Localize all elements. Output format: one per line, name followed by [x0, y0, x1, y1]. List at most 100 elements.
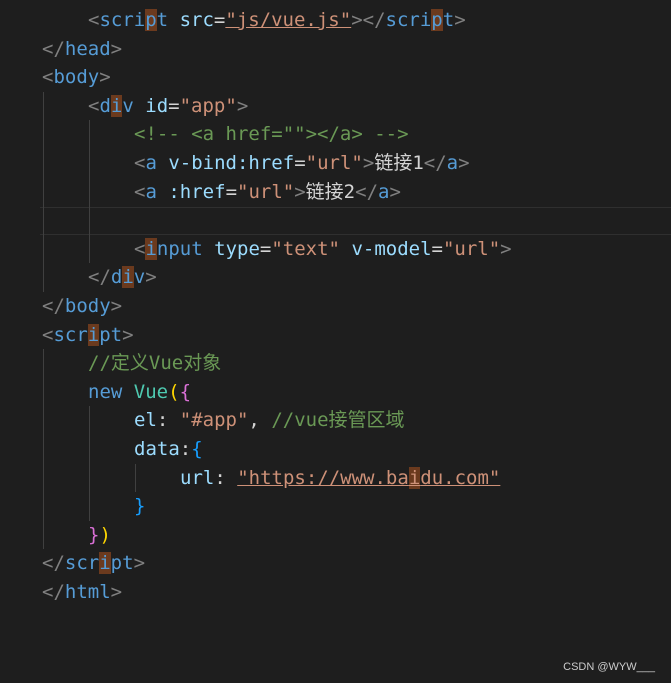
code-token: (: [168, 380, 180, 403]
code-token: "https://www.baidu.com": [237, 466, 501, 489]
code-token: >: [500, 237, 512, 260]
code-line[interactable]: <a v-bind:href="url">链接1</a>: [0, 149, 671, 178]
code-content: </body>: [42, 292, 122, 321]
bracket-match-highlight: i: [145, 237, 157, 260]
code-token: {: [179, 380, 192, 403]
code-token: ,: [248, 409, 272, 432]
code-line[interactable]: url: "https://www.baidu.com": [0, 464, 671, 493]
code-token: >: [122, 323, 134, 346]
code-token: div: [110, 266, 146, 289]
code-content: <div id="app">: [88, 92, 248, 121]
code-content: //定义Vue对象: [88, 349, 221, 378]
code-token: "text": [271, 237, 340, 260]
code-token: </: [42, 581, 65, 603]
code-line[interactable]: </script>: [0, 549, 671, 578]
code-token: a: [378, 180, 390, 203]
code-editor[interactable]: <script src="js/vue.js"></script> </head>…: [0, 0, 671, 683]
bracket-match-highlight: p: [431, 9, 443, 31]
code-content: new Vue({: [88, 378, 191, 407]
code-token: 链接1: [374, 152, 424, 174]
code-token: 链接2: [305, 180, 356, 203]
code-token: </: [42, 37, 65, 60]
code-token: data: [134, 438, 180, 460]
code-token: >: [454, 9, 466, 31]
code-line[interactable]: </body>: [0, 292, 671, 321]
code-line[interactable]: <script src="js/vue.js"></script>: [0, 6, 671, 35]
bracket-match-highlight: p: [145, 9, 157, 31]
code-line[interactable]: </div>: [0, 263, 671, 292]
code-line[interactable]: }: [0, 492, 671, 521]
code-token: script: [99, 9, 169, 31]
code-token: el: [134, 409, 157, 432]
code-line[interactable]: <body>: [0, 63, 671, 92]
code-line[interactable]: </head>: [0, 35, 671, 64]
code-token: :href: [168, 180, 226, 203]
code-token: >: [99, 66, 111, 89]
code-token: }: [88, 523, 100, 546]
code-token: <: [42, 323, 54, 346]
code-token: type: [214, 237, 260, 260]
code-token: id: [145, 94, 169, 117]
code-token: body: [64, 295, 111, 317]
code-token: :: [179, 438, 192, 460]
code-token: new: [88, 380, 123, 403]
code-token: <: [134, 152, 146, 174]
code-token: </: [42, 552, 65, 575]
code-line[interactable]: new Vue({: [0, 378, 671, 407]
code-token: =: [431, 237, 443, 260]
bracket-match-highlight: i: [99, 552, 111, 575]
code-line[interactable]: <a :href="url">链接2</a>: [0, 178, 671, 207]
code-line[interactable]: data:{: [0, 435, 671, 464]
code-token: script: [53, 323, 123, 346]
code-line[interactable]: <script>: [0, 321, 671, 350]
code-token: "#app": [179, 409, 249, 432]
code-token: :: [214, 466, 238, 489]
code-content: </head>: [42, 35, 122, 64]
code-token: "app": [179, 94, 237, 117]
code-content: <input type="text" v-model="url">: [134, 235, 512, 264]
code-content: <!-- <a href=""></a> -->: [134, 120, 409, 149]
code-token: Vue: [133, 380, 169, 403]
code-content: }: [134, 492, 145, 521]
code-token: a: [145, 152, 157, 174]
code-content: }): [88, 521, 111, 550]
code-token: </: [88, 266, 111, 289]
code-token: {: [191, 438, 203, 460]
code-token: script: [64, 552, 134, 575]
code-token: >: [458, 152, 470, 174]
code-content: <script>: [42, 321, 134, 350]
code-token: >: [110, 295, 123, 317]
code-line[interactable]: [0, 206, 671, 235]
code-token: =: [294, 152, 306, 174]
watermark: CSDN @WYW___: [563, 661, 655, 673]
code-line[interactable]: <!-- <a href=""></a> -->: [0, 120, 671, 149]
code-line[interactable]: el: "#app", //vue接管区域: [0, 406, 671, 435]
code-token: >: [110, 37, 123, 60]
code-content: <a v-bind:href="url">链接1</a>: [134, 149, 470, 178]
bracket-match-highlight: i: [122, 266, 134, 289]
code-token: "url": [442, 237, 501, 260]
code-token: >: [145, 266, 157, 289]
code-token: :: [156, 409, 180, 432]
code-line[interactable]: }): [0, 521, 671, 550]
code-token: >: [294, 180, 306, 203]
code-line[interactable]: //定义Vue对象: [0, 349, 671, 378]
code-content: url: "https://www.baidu.com": [180, 464, 500, 493]
code-token: >: [362, 152, 375, 174]
code-token: v-bind:href: [168, 152, 295, 174]
code-token: a: [446, 152, 459, 174]
code-token: ): [99, 523, 111, 546]
code-line[interactable]: </html>: [0, 578, 671, 607]
code-content: <body>: [42, 63, 111, 92]
code-token: div: [99, 94, 134, 117]
code-content: </div>: [88, 263, 157, 292]
code-token: html: [64, 581, 111, 603]
code-token: body: [53, 66, 100, 89]
code-content: <script src="js/vue.js"></script>: [88, 6, 466, 35]
code-line[interactable]: <input type="text" v-model="url">: [0, 235, 671, 264]
code-line[interactable]: <div id="app">: [0, 92, 671, 121]
